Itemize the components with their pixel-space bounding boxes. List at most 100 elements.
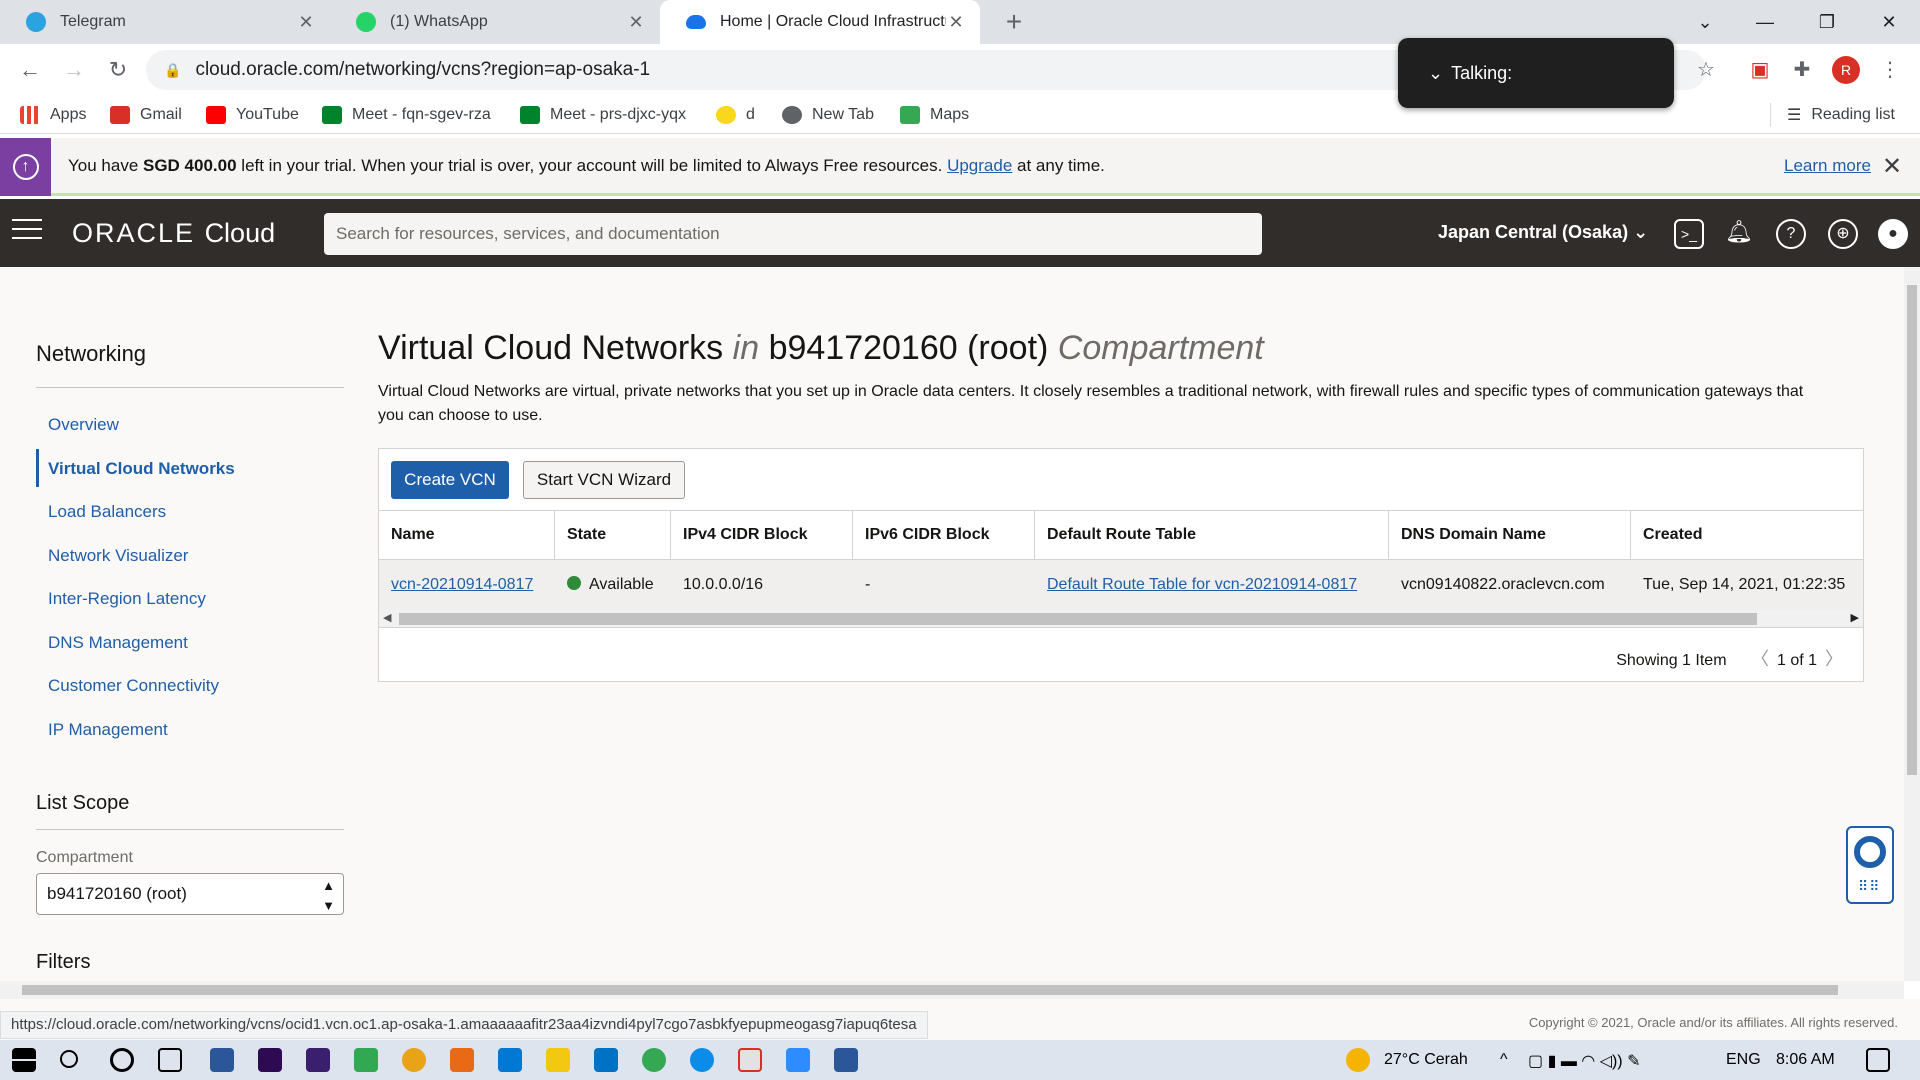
table-horizontal-scrollbar[interactable]: ◀ ▶ — [379, 610, 1863, 628]
app-icon[interactable] — [354, 1048, 378, 1072]
column-header-created[interactable]: Created — [1631, 511, 1863, 559]
close-icon[interactable]: ✕ — [296, 12, 316, 33]
sidebar-item-virtual-cloud-networks[interactable]: Virtual Cloud Networks — [48, 459, 235, 479]
minimize-button[interactable]: — — [1736, 0, 1794, 44]
column-header-name[interactable]: Name — [379, 511, 555, 559]
back-icon[interactable]: ← — [14, 54, 46, 86]
create-vcn-button[interactable]: Create VCN — [391, 461, 509, 499]
clock-time[interactable]: 8:06 AM — [1776, 1051, 1835, 1069]
sidebar: Networking Overview Virtual Cloud Networ… — [0, 267, 360, 981]
windows-start-icon[interactable] — [12, 1048, 36, 1072]
bookmark-maps[interactable]: Maps — [900, 103, 969, 127]
language-indicator[interactable]: ENG — [1726, 1051, 1761, 1069]
zoom-icon[interactable] — [786, 1048, 810, 1072]
premiere-icon[interactable] — [258, 1048, 282, 1072]
tab-oracle-home[interactable]: Home | Oracle Cloud Infrastructu ✕ — [660, 0, 980, 44]
close-window-button[interactable]: ✕ — [1860, 0, 1918, 44]
mail-icon[interactable] — [594, 1048, 618, 1072]
column-header-dns[interactable]: DNS Domain Name — [1389, 511, 1631, 559]
scrollbar-thumb[interactable] — [1907, 285, 1917, 775]
scroll-right-icon[interactable]: ▶ — [1851, 611, 1859, 624]
reading-list[interactable]: ☰ Reading list — [1770, 103, 1895, 127]
sidebar-item-ip-management[interactable]: IP Management — [48, 720, 168, 740]
menu-dots-icon[interactable]: ⋮ — [1876, 56, 1904, 84]
bookmark-meet-1[interactable]: Meet - fqn-sgev-rza — [322, 103, 491, 127]
bookmark-new-tab[interactable]: New Tab — [782, 103, 874, 127]
column-header-state[interactable]: State — [555, 511, 671, 559]
learn-more-link[interactable]: Learn more — [1784, 156, 1871, 176]
page-horizontal-scrollbar[interactable] — [0, 981, 1904, 999]
talking-popup[interactable]: ⌄ Talking: — [1398, 38, 1674, 108]
upgrade-link[interactable]: Upgrade — [947, 156, 1012, 175]
extension-red-icon[interactable]: ▣ — [1746, 56, 1774, 84]
app-icon[interactable] — [738, 1048, 762, 1072]
column-header-route-table[interactable]: Default Route Table — [1035, 511, 1389, 559]
route-table-link[interactable]: Default Route Table for vcn-20210914-081… — [1035, 560, 1389, 610]
close-icon[interactable]: ✕ — [946, 12, 966, 33]
forward-icon[interactable]: → — [58, 54, 90, 86]
compartment-select[interactable]: b941720160 (root) ▲ ▼ — [36, 873, 344, 915]
chevron-right-icon[interactable]: 〉 — [1825, 649, 1843, 669]
edge-icon[interactable] — [690, 1048, 714, 1072]
bell-icon[interactable]: 🔔︎ — [1724, 219, 1754, 249]
search-input[interactable]: Search for resources, services, and docu… — [324, 213, 1262, 255]
sidebar-item-dns-management[interactable]: DNS Management — [48, 633, 188, 653]
sidebar-item-load-balancers[interactable]: Load Balancers — [48, 502, 166, 522]
chevron-up-icon[interactable]: ^ — [1500, 1051, 1508, 1069]
app-icon[interactable] — [306, 1048, 330, 1072]
chevron-left-icon[interactable]: 〈 — [1751, 649, 1769, 669]
extensions-puzzle-icon[interactable]: ✚ — [1788, 56, 1816, 84]
app-icon[interactable] — [450, 1048, 474, 1072]
tab-telegram[interactable]: Telegram ✕ — [0, 0, 330, 44]
sidebar-item-inter-region-latency[interactable]: Inter-Region Latency — [48, 589, 206, 609]
app-icon[interactable] — [210, 1048, 234, 1072]
vcn-name-link[interactable]: vcn-20210914-0817 — [379, 560, 555, 610]
column-header-ipv4[interactable]: IPv4 CIDR Block — [671, 511, 853, 559]
scrollbar-thumb[interactable] — [22, 985, 1838, 995]
scroll-left-icon[interactable]: ◀ — [383, 611, 391, 624]
bookmark-youtube[interactable]: YouTube — [206, 103, 299, 127]
bookmark-d[interactable]: d — [716, 103, 755, 127]
close-icon[interactable]: ✕ — [1882, 152, 1902, 181]
task-view-icon[interactable] — [158, 1048, 182, 1072]
sidebar-item-overview[interactable]: Overview — [48, 415, 119, 435]
word-icon[interactable] — [834, 1048, 858, 1072]
chrome-icon[interactable] — [642, 1048, 666, 1072]
reload-icon[interactable]: ↻ — [102, 54, 134, 86]
profile-avatar[interactable]: R — [1832, 56, 1860, 84]
scrollbar-thumb[interactable] — [399, 613, 1757, 625]
column-header-ipv6[interactable]: IPv6 CIDR Block — [853, 511, 1035, 559]
file-explorer-icon[interactable] — [546, 1048, 570, 1072]
tab-search-icon[interactable]: ⌄ — [1676, 0, 1734, 44]
maximize-button[interactable]: ❐ — [1798, 0, 1856, 44]
weather-icon[interactable] — [1346, 1048, 1370, 1072]
hamburger-menu-icon[interactable] — [12, 219, 42, 247]
start-vcn-wizard-button[interactable]: Start VCN Wizard — [523, 461, 685, 499]
cloud-shell-icon[interactable]: >_ — [1674, 219, 1704, 249]
bookmark-meet-2[interactable]: Meet - prs-djxc-yqx — [520, 103, 686, 127]
star-icon[interactable]: ☆ — [1692, 56, 1720, 84]
search-icon[interactable] — [60, 1050, 78, 1068]
new-tab-button[interactable]: + — [998, 6, 1030, 38]
cloud-icon — [686, 15, 706, 29]
vscode-icon[interactable] — [498, 1048, 522, 1072]
close-icon[interactable]: ✕ — [626, 12, 646, 33]
tab-whatsapp[interactable]: (1) WhatsApp ✕ — [330, 0, 660, 44]
sidebar-item-network-visualizer[interactable]: Network Visualizer — [48, 546, 188, 566]
globe-icon[interactable]: ⊕ — [1828, 219, 1858, 249]
weather-text[interactable]: 27°C Cerah — [1384, 1051, 1468, 1069]
bookmark-label: Maps — [930, 106, 970, 123]
bookmark-gmail[interactable]: Gmail — [110, 103, 182, 127]
notification-icon[interactable] — [1866, 1048, 1890, 1072]
page-vertical-scrollbar[interactable] — [1904, 267, 1920, 981]
cortana-icon[interactable] — [110, 1048, 134, 1072]
tray-icons[interactable]: ▢ ▮ ▬ ◠ ◁)) ✎ — [1528, 1051, 1640, 1071]
sidebar-item-customer-connectivity[interactable]: Customer Connectivity — [48, 676, 219, 696]
user-profile-icon[interactable]: ● — [1878, 219, 1908, 249]
app-icon[interactable] — [402, 1048, 426, 1072]
help-icon[interactable]: ? — [1776, 219, 1806, 249]
help-lifebuoy-button[interactable]: ⠿⠿ — [1846, 826, 1894, 904]
bookmark-apps[interactable]: Apps — [20, 103, 86, 127]
region-selector[interactable]: Japan Central (Osaka) ⌄ — [1438, 222, 1648, 243]
oracle-cloud-logo[interactable]: ORACLE Cloud — [72, 218, 275, 249]
